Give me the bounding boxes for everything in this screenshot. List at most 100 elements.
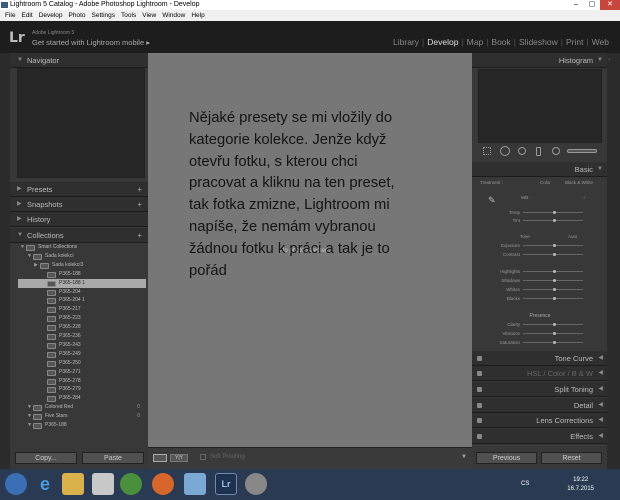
maximize-button[interactable]: ▢: [584, 0, 600, 10]
collection-item[interactable]: ▼ Five Stars 0: [18, 412, 146, 421]
saturation-track[interactable]: [523, 341, 583, 344]
collection-item[interactable]: P365-250: [18, 359, 146, 368]
blacks-track[interactable]: [523, 297, 583, 300]
collection-item[interactable]: P365-204: [18, 288, 146, 297]
menu-develop[interactable]: Develop: [36, 10, 66, 21]
module-print[interactable]: Print: [563, 37, 586, 47]
menu-window[interactable]: Window: [159, 10, 188, 21]
paste-settings-button[interactable]: Paste: [82, 452, 144, 464]
graduated-filter-icon[interactable]: [536, 147, 541, 156]
module-slideshow[interactable]: Slideshow: [516, 37, 561, 47]
eyedropper-icon[interactable]: ✎: [488, 195, 496, 206]
presets-header[interactable]: ▶ Presets +: [10, 182, 148, 197]
auto-tone-button[interactable]: Auto: [568, 234, 577, 239]
vibrance-knob[interactable]: [553, 332, 556, 335]
collection-item[interactable]: ▼ Colored Red 0: [18, 403, 146, 412]
panel-switch-icon[interactable]: [477, 387, 482, 392]
whites-track[interactable]: [523, 288, 583, 291]
hsl-header[interactable]: HSL / Color / B & W ◀: [472, 366, 607, 381]
highlights-track[interactable]: [523, 270, 583, 273]
lightroom-taskbar-icon[interactable]: Lr: [215, 473, 237, 495]
chrome-icon[interactable]: [120, 473, 142, 495]
module-library[interactable]: Library: [390, 37, 422, 47]
panel-switch-icon[interactable]: [477, 403, 482, 408]
contrast-knob[interactable]: [553, 253, 556, 256]
left-panel-toggle-strip[interactable]: [0, 53, 10, 469]
panel-switch-icon[interactable]: [477, 418, 482, 423]
tree-triangle-icon[interactable]: ▼: [20, 243, 25, 252]
add-preset-icon[interactable]: +: [137, 182, 142, 197]
collection-item[interactable]: P365-279: [18, 385, 146, 394]
collection-item[interactable]: ▼ Sada kolekcí: [18, 252, 146, 261]
panel-switch-icon[interactable]: [477, 434, 482, 439]
clarity-knob[interactable]: [553, 323, 556, 326]
history-header[interactable]: ▶ History: [10, 212, 148, 227]
split-toning-header[interactable]: Split Toning ◀: [472, 382, 607, 397]
collection-item[interactable]: P365-243: [18, 341, 146, 350]
collection-item[interactable]: ▶ Sada kolekcí3: [18, 261, 146, 270]
contrast-track[interactable]: [523, 253, 583, 256]
collection-item[interactable]: P365-204 1: [18, 296, 146, 305]
collection-item[interactable]: P365-228: [18, 323, 146, 332]
right-panel-toggle-strip[interactable]: [607, 53, 620, 469]
tree-triangle-icon[interactable]: ▼: [27, 412, 32, 421]
collection-item[interactable]: P365-236: [18, 332, 146, 341]
tree-triangle-icon[interactable]: ▶: [34, 261, 38, 270]
app-icon[interactable]: [184, 473, 206, 495]
menu-settings[interactable]: Settings: [89, 10, 119, 21]
collection-item[interactable]: P365-223: [18, 314, 146, 323]
media-player-icon[interactable]: [92, 473, 114, 495]
menu-photo[interactable]: Photo: [66, 10, 89, 21]
treatment-bw[interactable]: Black & White: [565, 180, 593, 185]
collection-item[interactable]: P365-188: [18, 270, 146, 279]
collection-item[interactable]: P365-217: [18, 305, 146, 314]
menu-tools[interactable]: Tools: [118, 10, 139, 21]
menu-file[interactable]: File: [2, 10, 18, 21]
collection-item[interactable]: P365-284: [18, 394, 146, 403]
navigator-header[interactable]: ▼ Navigator: [10, 53, 148, 68]
crop-tool-icon[interactable]: [500, 146, 510, 156]
file-explorer-icon[interactable]: [62, 473, 84, 495]
reset-button[interactable]: Reset: [541, 452, 602, 464]
firefox-icon[interactable]: [152, 473, 174, 495]
crop-grid-icon[interactable]: [483, 147, 491, 155]
previous-button[interactable]: Previous: [476, 452, 537, 464]
close-button[interactable]: ✕: [600, 0, 620, 10]
internet-explorer-icon[interactable]: e: [34, 473, 56, 495]
soft-proofing-checkbox[interactable]: [200, 454, 206, 460]
clarity-track[interactable]: [523, 323, 583, 326]
menu-edit[interactable]: Edit: [18, 10, 35, 21]
histogram-header[interactable]: Histogram ▼: [472, 53, 607, 68]
lightroom-mobile-link[interactable]: Get started with Lightroom mobile ▸: [32, 38, 150, 47]
toolbar-menu-chevron-icon[interactable]: ▼: [461, 454, 467, 460]
lens-corrections-header[interactable]: Lens Corrections ◀: [472, 413, 607, 428]
highlights-knob[interactable]: [553, 270, 556, 273]
shadows-track[interactable]: [523, 279, 583, 282]
exposure-track[interactable]: [523, 244, 583, 247]
navigator-preview[interactable]: [17, 68, 145, 178]
detail-header[interactable]: Detail ◀: [472, 398, 607, 413]
whites-knob[interactable]: [553, 288, 556, 291]
tree-triangle-icon[interactable]: ▼: [27, 421, 32, 430]
radial-filter-icon[interactable]: [552, 147, 560, 155]
blacks-knob[interactable]: [553, 297, 556, 300]
language-indicator[interactable]: CS: [521, 481, 529, 487]
basic-header[interactable]: Basic ▼: [472, 162, 607, 177]
module-web[interactable]: Web: [589, 37, 612, 47]
vibrance-track[interactable]: [523, 332, 583, 335]
collection-item[interactable]: ▼ P365-188: [18, 421, 146, 430]
add-collection-icon[interactable]: +: [137, 228, 142, 243]
shadows-knob[interactable]: [553, 279, 556, 282]
tint-track[interactable]: [523, 219, 583, 222]
copy-settings-button[interactable]: Copy...: [15, 452, 77, 464]
spot-removal-icon[interactable]: [518, 147, 526, 155]
collection-item[interactable]: P365-271: [18, 368, 146, 377]
collection-item[interactable]: ▼ Smart Collections: [18, 243, 146, 252]
tint-knob[interactable]: [553, 219, 556, 222]
collection-item[interactable]: P365-278: [18, 377, 146, 386]
menu-help[interactable]: Help: [188, 10, 207, 21]
loupe-view-icon[interactable]: [153, 454, 167, 462]
adjustment-brush-slider[interactable]: [567, 149, 597, 153]
panel-switch-icon[interactable]: [477, 356, 482, 361]
menu-view[interactable]: View: [139, 10, 159, 21]
